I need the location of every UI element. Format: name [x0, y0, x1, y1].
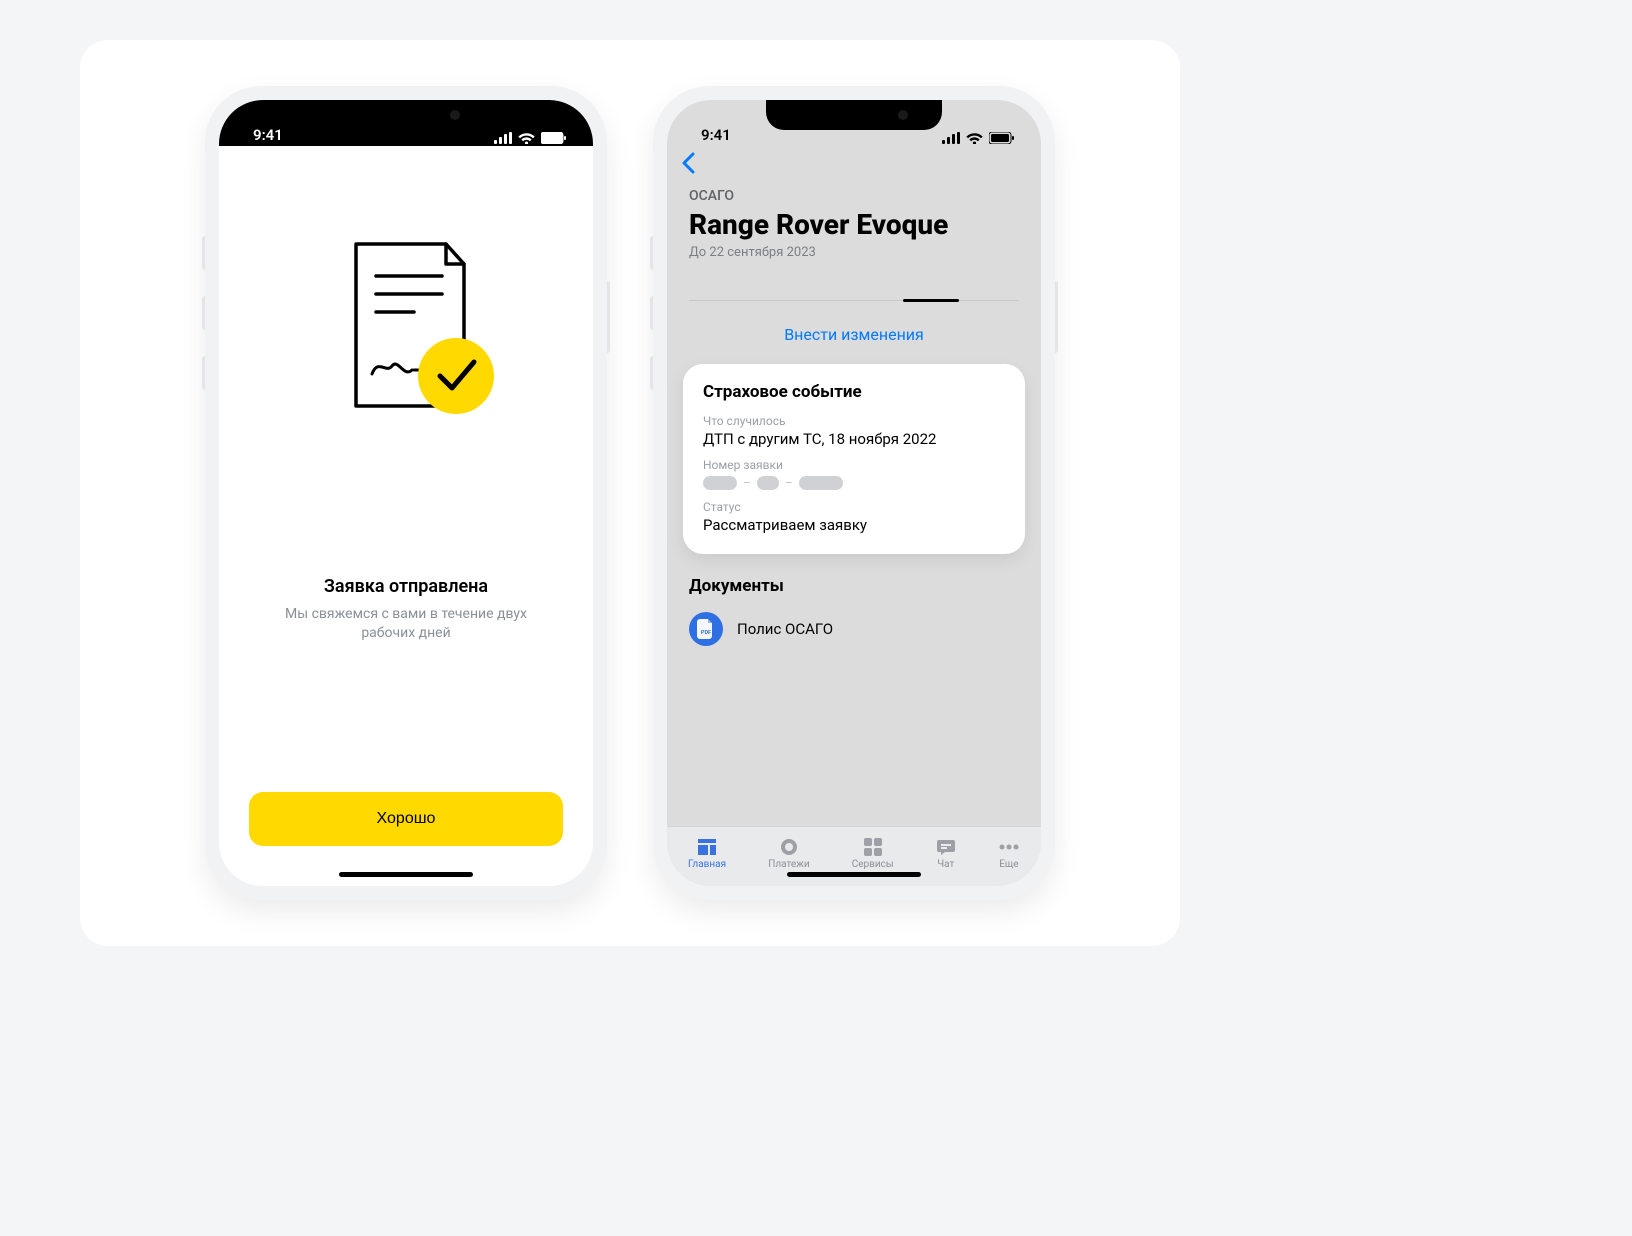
policy-header: ОСАГО Range Rover Evoque До 22 сентября … — [667, 146, 1041, 260]
policy-type: ОСАГО — [689, 188, 1019, 204]
tab-chat[interactable]: Чат — [936, 837, 956, 870]
confirmation-subtitle: Мы свяжемся с вами в течение двух рабочи… — [276, 605, 536, 643]
event-card-heading: Страховое событие — [703, 382, 1005, 402]
event-what-label: Что случилось — [703, 414, 1005, 428]
wifi-icon — [966, 132, 983, 144]
status-icons — [942, 132, 1015, 144]
document-row[interactable]: PDF Полис ОСАГО — [667, 606, 1041, 646]
event-what-value: ДТП с другим ТС, 18 ноября 2022 — [703, 430, 1005, 448]
cellular-icon — [942, 132, 960, 144]
tab-label: Еще — [999, 859, 1018, 870]
svg-text:PDF: PDF — [701, 630, 711, 636]
policy-body: ОСАГО Range Rover Evoque До 22 сентября … — [667, 146, 1041, 886]
pdf-icon: PDF — [689, 612, 723, 646]
insurance-event-card: Страховое событие Что случилось ДТП с др… — [683, 364, 1025, 554]
services-icon — [863, 837, 883, 857]
policy-title: Range Rover Evoque — [689, 208, 1019, 241]
cellular-icon — [494, 132, 512, 144]
tab-label: Чат — [937, 859, 954, 870]
phone-mock-right: 9:41 ОСАГО Range Rover Evoque До 22 сент… — [653, 86, 1055, 900]
confirmation-body: Заявка отправлена Мы свяжемся с вами в т… — [219, 146, 593, 886]
redacted-separator: – — [785, 476, 793, 490]
document-label: Полис ОСАГО — [737, 620, 833, 638]
redacted-segment — [757, 476, 779, 490]
phone-mock-left: 9:41 — [205, 86, 607, 900]
status-icons — [494, 132, 567, 144]
redacted-segment — [703, 476, 737, 490]
tab-home[interactable]: Главная — [688, 837, 726, 870]
wifi-icon — [518, 132, 535, 144]
event-status-value: Рассматриваем заявку — [703, 516, 1005, 534]
screen-right: 9:41 ОСАГО Range Rover Evoque До 22 сент… — [667, 100, 1041, 886]
tab-label: Сервисы — [852, 859, 894, 870]
status-time: 9:41 — [701, 126, 731, 144]
tab-label: Платежи — [768, 859, 809, 870]
payments-icon — [779, 837, 799, 857]
notch — [766, 100, 942, 130]
event-status-label: Статус — [703, 500, 1005, 514]
chevron-left-icon — [681, 152, 695, 174]
status-time: 9:41 — [253, 126, 283, 144]
home-icon — [696, 837, 718, 857]
stage: 9:41 — [80, 40, 1180, 946]
chat-icon — [936, 837, 956, 857]
documents-heading: Документы — [689, 576, 1019, 596]
event-number-label: Номер заявки — [703, 458, 1005, 472]
home-indicator[interactable] — [787, 872, 921, 877]
battery-icon — [541, 132, 567, 144]
tab-services[interactable]: Сервисы — [852, 837, 894, 870]
ok-button[interactable]: Хорошо — [249, 792, 563, 846]
pager-indicator — [689, 300, 1019, 301]
tab-label: Главная — [688, 859, 726, 870]
event-number-value-redacted: – – — [703, 476, 1005, 490]
notch — [318, 100, 494, 130]
change-link[interactable]: Внести изменения — [667, 325, 1041, 344]
tab-bar: Главная Платежи Сервисы Чат — [667, 826, 1041, 886]
more-icon — [998, 837, 1020, 857]
confirmation-title: Заявка отправлена — [324, 576, 488, 597]
home-indicator[interactable] — [339, 872, 473, 877]
tab-more[interactable]: Еще — [998, 837, 1020, 870]
battery-icon — [989, 132, 1015, 144]
back-button[interactable] — [681, 152, 695, 179]
redacted-segment — [799, 476, 843, 490]
tab-payments[interactable]: Платежи — [768, 837, 809, 870]
redacted-separator: – — [743, 476, 751, 490]
document-signed-illustration — [306, 226, 506, 426]
policy-valid-until: До 22 сентября 2023 — [689, 245, 1019, 260]
screen-left: 9:41 — [219, 100, 593, 886]
